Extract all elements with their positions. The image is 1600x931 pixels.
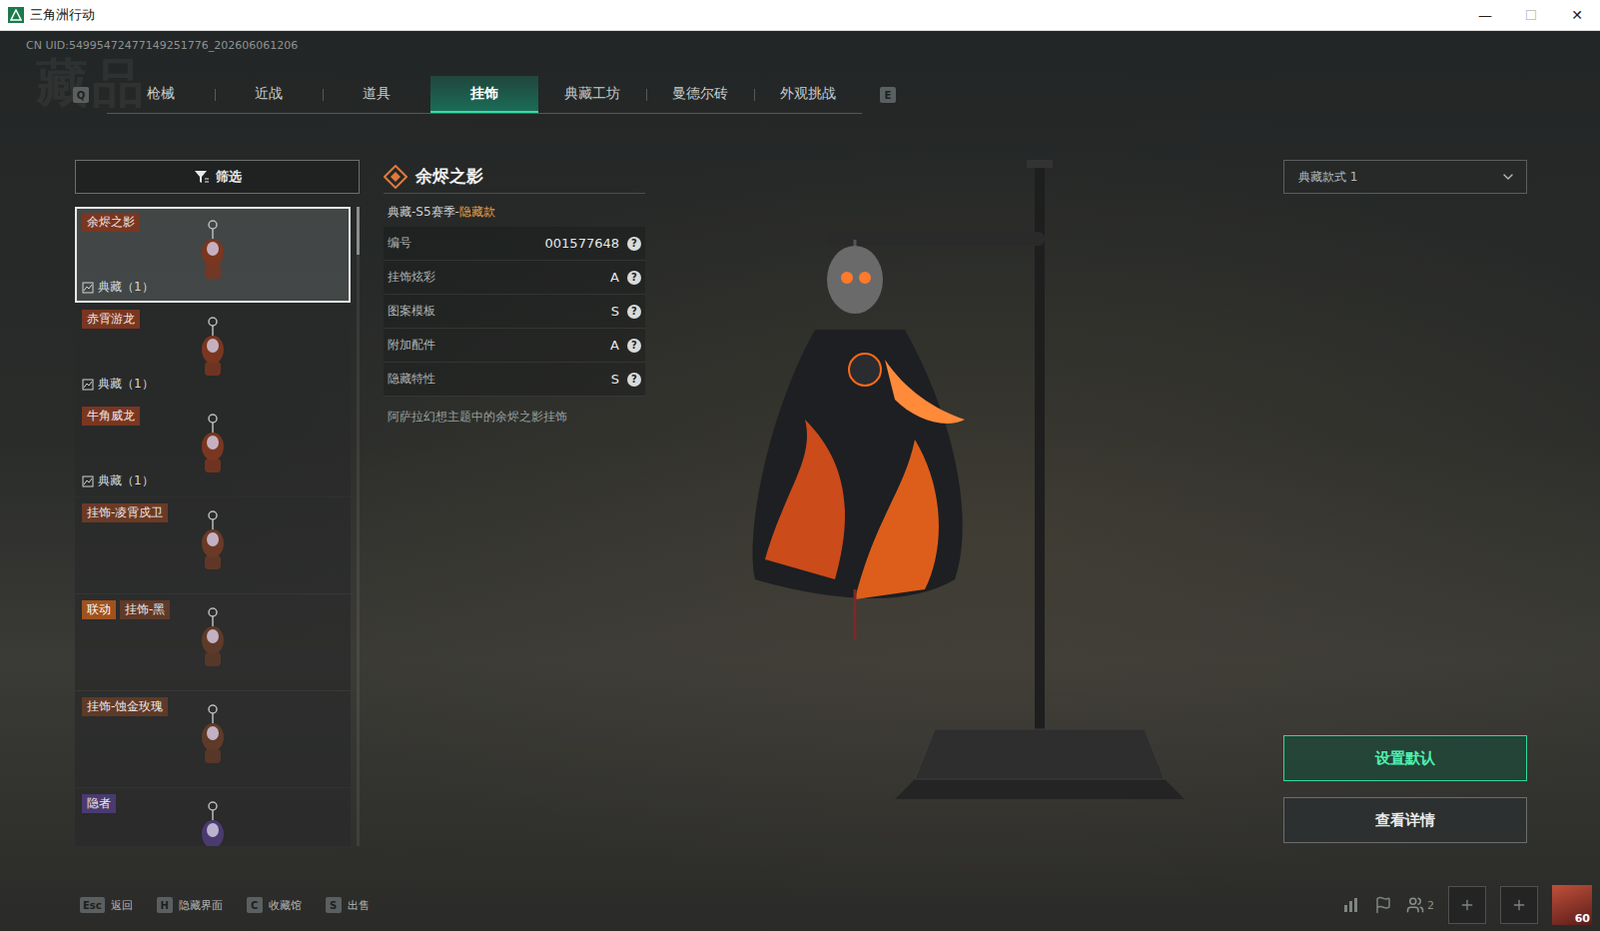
item-card[interactable]: 余烬之影典藏（1）: [74, 206, 351, 303]
item-card[interactable]: 联动挂饰-黑: [74, 594, 351, 691]
filter-button[interactable]: 筛选: [74, 159, 360, 194]
list-scrollbar[interactable]: [356, 206, 360, 846]
attribute-row: 附加配件A?: [383, 328, 646, 363]
collection-icon: [81, 378, 94, 391]
item-count: 典藏（1）: [81, 278, 344, 296]
collection-screen: 藏品CN UID:54995472477149251776_2026060612…: [0, 30, 1600, 931]
charm-thumbnail-icon: [190, 703, 235, 776]
help-button[interactable]: ?: [627, 372, 642, 387]
rarity-icon: [383, 164, 408, 189]
detail-category: 典藏-S5赛季-隐藏款: [383, 193, 646, 227]
charm-thumbnail-icon: [190, 606, 235, 679]
tab[interactable]: 曼德尔砖: [646, 75, 755, 113]
plus-icon: [1459, 896, 1476, 913]
player-level: 60: [1575, 911, 1591, 925]
charm-preview-icon: [705, 159, 1225, 839]
charm-thumbnail-icon: [190, 412, 235, 485]
bottom-bar: Esc返回 H隐藏界面 C收藏馆 S出售 2 60: [0, 880, 1600, 929]
collection-icon: [81, 281, 94, 294]
help-button[interactable]: ?: [627, 304, 642, 319]
attribute-row: 编号001577648?: [383, 226, 646, 261]
key-hint[interactable]: S出售: [325, 896, 370, 913]
watermark: 藏品: [35, 48, 148, 119]
item-name: 挂饰-凌霄戍卫: [81, 503, 168, 523]
item-name: 挂饰-黑: [119, 600, 170, 620]
attribute-row: 图案模板S?: [383, 294, 646, 329]
prev-tab-key[interactable]: Q: [72, 86, 89, 103]
collab-tag: 联动: [81, 600, 116, 620]
charm-thumbnail-icon: [190, 509, 235, 582]
item-count: 典藏（1）: [81, 472, 344, 490]
uid-label: CN UID:54995472477149251776_202606061206: [25, 38, 1600, 55]
title-bar: 三角洲行动—☐✕: [0, 0, 1600, 31]
item-name: 隐者: [81, 794, 116, 813]
filter-icon: [193, 169, 210, 184]
users-icon: [1406, 895, 1425, 914]
key-hint[interactable]: C收藏馆: [246, 896, 302, 913]
player-avatar[interactable]: 60: [1552, 884, 1593, 925]
tab[interactable]: 道具: [322, 75, 431, 113]
attribute-row: 挂饰炫彩A?: [383, 260, 646, 295]
invite-slot[interactable]: [1500, 885, 1539, 924]
plus-icon: [1511, 896, 1528, 913]
charm-thumbnail-icon: [190, 315, 235, 388]
flag-icon[interactable]: [1374, 895, 1393, 914]
tab[interactable]: 枪械: [106, 75, 215, 113]
help-button[interactable]: ?: [627, 236, 642, 251]
window-control[interactable]: ☐: [1508, 0, 1555, 30]
item-card[interactable]: 挂饰-蚀金玫瑰: [74, 691, 351, 788]
action-button[interactable]: 设置默认: [1283, 735, 1528, 782]
item-card[interactable]: 隐者: [74, 788, 351, 846]
item-card[interactable]: 赤霄游龙典藏（1）: [74, 303, 351, 400]
category-tabs: Q 枪械近战道具挂饰典藏工坊曼德尔砖外观挑战 E: [72, 75, 1600, 114]
style-select[interactable]: 典藏款式 1: [1283, 159, 1528, 194]
tab[interactable]: 近战: [214, 75, 323, 113]
attribute-row: 隐藏特性S?: [383, 362, 646, 397]
friends-button[interactable]: 2: [1406, 895, 1435, 914]
game-window: 三角洲行动—☐✕藏品CN UID:54995472477149251776_20…: [0, 0, 1600, 931]
detail-description: 阿萨拉幻想主题中的余烬之影挂饰: [383, 396, 646, 438]
window-title: 三角洲行动: [29, 5, 1463, 24]
charm-thumbnail-icon: [190, 800, 235, 846]
key-hint[interactable]: H隐藏界面: [156, 896, 223, 913]
preview-stage: [645, 159, 1284, 881]
help-button[interactable]: ?: [627, 338, 642, 353]
key-hint[interactable]: Esc返回: [79, 896, 133, 913]
tab[interactable]: 典藏工坊: [538, 75, 647, 113]
action-button[interactable]: 查看详情: [1283, 797, 1528, 843]
detail-title: 余烬之影: [383, 159, 646, 194]
stats-icon[interactable]: [1342, 895, 1361, 914]
window-control[interactable]: —: [1462, 0, 1509, 30]
item-name: 挂饰-蚀金玫瑰: [81, 697, 168, 717]
detail-panel: 余烬之影典藏-S5赛季-隐藏款编号001577648?挂饰炫彩A?图案模板S?附…: [383, 159, 646, 881]
item-count: 典藏（1）: [81, 375, 344, 393]
window-control[interactable]: ✕: [1554, 0, 1600, 30]
item-card[interactable]: 牛角威龙典藏（1）: [74, 400, 351, 497]
help-button[interactable]: ?: [627, 270, 642, 285]
app-logo-icon: [7, 6, 24, 23]
next-tab-key[interactable]: E: [879, 86, 896, 103]
chevron-down-icon: [1500, 168, 1517, 185]
item-name: 牛角威龙: [81, 406, 140, 426]
invite-slot[interactable]: [1448, 885, 1487, 924]
charm-thumbnail-icon: [190, 218, 235, 291]
tab[interactable]: 挂饰: [430, 75, 539, 113]
tab[interactable]: 外观挑战: [754, 75, 862, 113]
collection-icon: [81, 475, 94, 488]
item-list: 余烬之影典藏（1）赤霄游龙典藏（1）牛角威龙典藏（1）挂饰-凌霄戍卫联动挂饰-黑…: [74, 206, 351, 846]
item-name: 赤霄游龙: [81, 309, 140, 329]
item-name: 余烬之影: [81, 212, 140, 232]
item-card[interactable]: 挂饰-凌霄戍卫: [74, 497, 351, 594]
item-sidebar: 筛选余烬之影典藏（1）赤霄游龙典藏（1）牛角威龙典藏（1）挂饰-凌霄戍卫联动挂饰…: [74, 159, 360, 881]
